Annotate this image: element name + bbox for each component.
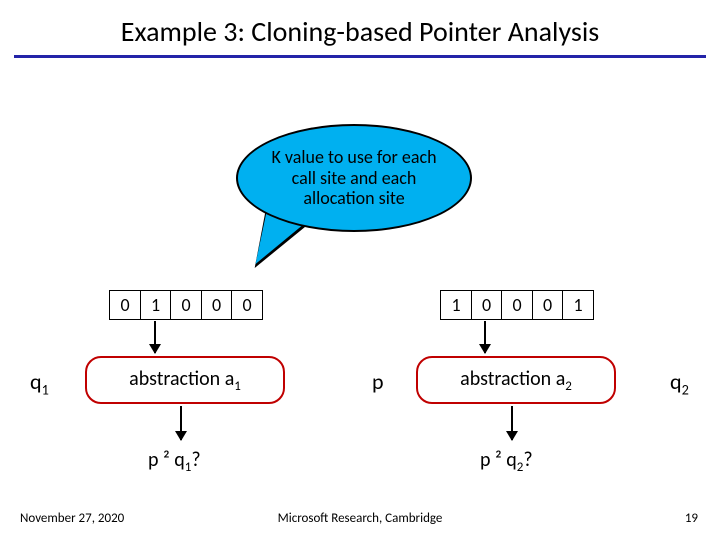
label-q2: q2 <box>670 368 689 398</box>
cell: 1 <box>562 290 594 320</box>
abstraction-a2-box: abstraction a2 <box>416 356 616 404</box>
arrow-down-icon <box>511 406 513 440</box>
cell: 0 <box>231 290 263 320</box>
abstraction-a2-label: abstraction a2 <box>460 367 572 394</box>
cell: 0 <box>532 290 564 320</box>
query-2: p ² q2? <box>480 448 533 475</box>
query-1: p ² q1? <box>148 448 201 475</box>
label-q1: q1 <box>30 368 49 398</box>
cell: 0 <box>501 290 533 320</box>
bubble-text: K value to use for each call site and ea… <box>264 147 444 209</box>
label-p: p <box>372 368 384 395</box>
cell: 1 <box>140 290 172 320</box>
abstraction-a1-box: abstraction a1 <box>85 356 285 404</box>
slide-title: Example 3: Cloning-based Pointer Analysi… <box>0 0 720 49</box>
cell: 1 <box>440 290 472 320</box>
cell: 0 <box>201 290 233 320</box>
arrow-down-icon <box>484 321 486 353</box>
title-underline <box>14 55 706 58</box>
speech-bubble: K value to use for each call site and ea… <box>236 124 472 232</box>
cell: 0 <box>109 290 141 320</box>
cell-row-left: 0 1 0 0 0 <box>109 290 263 320</box>
arrow-down-icon <box>180 406 182 440</box>
arrow-down-icon <box>154 321 156 353</box>
cell: 0 <box>471 290 503 320</box>
cell-row-right: 1 0 0 0 1 <box>440 290 594 320</box>
abstraction-a1-label: abstraction a1 <box>129 367 241 394</box>
cell: 0 <box>170 290 202 320</box>
footer-page: 19 <box>685 511 698 526</box>
footer-org: Microsoft Research, Cambridge <box>0 511 720 526</box>
